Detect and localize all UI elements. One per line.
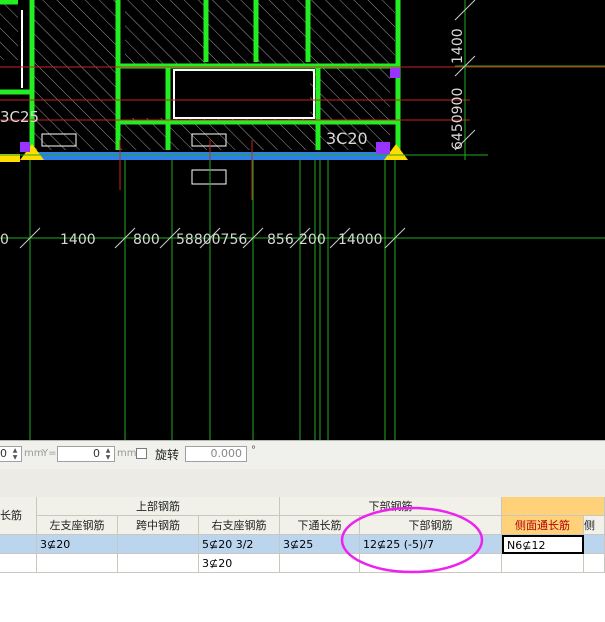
dim-label: 200 xyxy=(299,232,326,248)
selected-beam[interactable] xyxy=(30,152,398,160)
column-header-bottom-bars[interactable]: 下部钢筋 xyxy=(360,516,502,535)
table-cell[interactable] xyxy=(0,535,37,554)
table-cell-left-support[interactable] xyxy=(37,554,118,573)
column-header-side-through[interactable]: 侧面通长筋 xyxy=(502,516,584,535)
rebar-label: 3C20 xyxy=(326,129,368,148)
table-cell-bottom-through[interactable]: 3⊈25 xyxy=(280,535,360,554)
column-header-midspan[interactable]: 跨中钢筋 xyxy=(118,516,199,535)
dim-label: 1400 xyxy=(60,232,96,248)
hatched-slab xyxy=(0,0,395,150)
group-header-side xyxy=(502,497,605,516)
table-cell-side-through-editing[interactable]: N6⊈12 xyxy=(502,535,584,554)
group-header-bottom-bars: 下部钢筋 xyxy=(280,497,502,516)
dim-label: 1400 xyxy=(450,28,466,64)
table-cell-midspan[interactable] xyxy=(118,554,199,573)
column-header-right-support[interactable]: 右支座钢筋 xyxy=(199,516,280,535)
y-label: Y= xyxy=(42,448,57,459)
table-cell-bottom-bars[interactable] xyxy=(360,554,502,573)
x-offset-value: 0 xyxy=(0,447,7,460)
panel-header-strip xyxy=(0,469,605,497)
rotate-angle-value: 0.000 xyxy=(210,447,243,460)
column-header-side-partial[interactable]: 侧 xyxy=(584,516,605,535)
y-offset-value: 0 xyxy=(93,447,100,460)
cad-drawing-canvas[interactable]: 0 1400 800 58800756 856 200 14000 3C25 3… xyxy=(0,0,605,440)
table-cell[interactable] xyxy=(584,554,605,573)
rotate-angle-input[interactable]: 0.000 xyxy=(185,446,247,462)
dim-label: 800 xyxy=(133,232,160,248)
table-cell-midspan[interactable] xyxy=(118,535,199,554)
table-cell-bottom-through[interactable] xyxy=(280,554,360,573)
rebar-label: 3C25 xyxy=(0,108,39,126)
coordinate-toolbar: 0 ▲ ▼ mm Y= 0 ▲ ▼ mm 旋转 0.000 ° xyxy=(0,440,605,470)
column-header-bottom-through[interactable]: 下通长筋 xyxy=(280,516,360,535)
cad-drawing[interactable]: 0 1400 800 58800756 856 200 14000 3C25 3… xyxy=(0,0,605,440)
table-cell-side-through[interactable] xyxy=(502,554,584,573)
column-header-left-support[interactable]: 左支座钢筋 xyxy=(37,516,118,535)
rotate-label: 旋转 xyxy=(155,448,180,462)
spin-arrows-icon[interactable]: ▲ ▼ xyxy=(10,447,20,461)
column-header-long-bar[interactable]: 长筋 xyxy=(0,497,37,535)
degree-symbol: ° xyxy=(251,445,256,456)
unit-label: mm xyxy=(24,448,44,459)
table-cell[interactable] xyxy=(584,535,605,554)
dim-label: 58800756 xyxy=(176,232,247,248)
spin-arrows-icon[interactable]: ▲ ▼ xyxy=(103,447,113,461)
group-header-top-bars: 上部钢筋 xyxy=(37,497,280,516)
x-offset-input[interactable]: 0 ▲ ▼ xyxy=(0,446,22,462)
rotate-checkbox[interactable] xyxy=(136,448,147,459)
unit-label: mm xyxy=(117,448,137,459)
dim-label: 0 xyxy=(0,232,9,248)
table-cell-left-support[interactable]: 3⊈20 xyxy=(37,535,118,554)
table-cell-right-support[interactable]: 3⊈20 xyxy=(199,554,280,573)
rebar-property-table: 长筋 上部钢筋 下部钢筋 左支座钢筋 跨中钢筋 右支座钢筋 下通长筋 下部钢筋 … xyxy=(0,497,605,622)
dim-label: 14000 xyxy=(338,232,383,248)
dim-label: 6450900 xyxy=(450,88,466,150)
dim-label: 856 xyxy=(267,232,294,248)
table-cell-right-support[interactable]: 5⊈20 3/2 xyxy=(199,535,280,554)
y-offset-input[interactable]: 0 ▲ ▼ xyxy=(57,446,115,462)
table-cell[interactable] xyxy=(0,554,37,573)
table-cell-bottom-bars[interactable]: 12⊈25 (-5)/7 xyxy=(360,535,502,554)
